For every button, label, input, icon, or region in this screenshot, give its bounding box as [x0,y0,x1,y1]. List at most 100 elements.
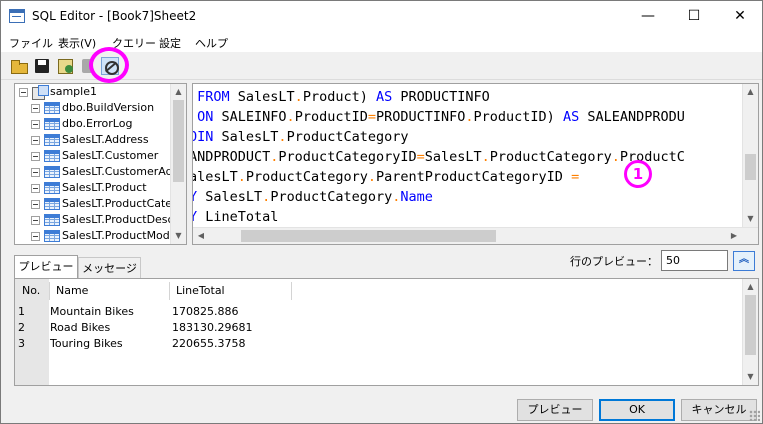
code-token: SalesLT [424,149,482,165]
save-icon[interactable] [33,57,51,75]
code-token: ON [197,109,214,125]
row-number[interactable]: 3 [18,336,25,352]
code-line: FROM SalesLT.Product) AS PRODUCTINFO [193,87,490,107]
scroll-right-icon[interactable]: ▶ [726,228,742,244]
editor-vertical-scrollbar[interactable]: ▲ ▼ [742,84,758,227]
code-line: ANDPRODUCT. ProductCategoryID=SalesLT.Pro… [193,147,685,167]
table-icon [44,214,60,226]
close-button[interactable]: ✕ [717,1,763,32]
column-separator [169,282,170,300]
tree-item-label: SalesLT.ProductMode [62,229,177,242]
tree-vertical-scrollbar[interactable]: ▲ ▼ [170,84,186,244]
collapse-panel-button[interactable]: ︽ [733,251,755,271]
tree-expand-icon[interactable] [31,152,40,161]
code-line: alesLT.ProductCategory.ParentProductCate… [192,167,580,187]
code-token: SALEANDPRODU [579,109,685,125]
scroll-up-icon[interactable]: ▲ [743,84,758,100]
scroll-left-icon[interactable]: ◀ [193,228,209,244]
tree-item-label: SalesLT.ProductDescr [62,213,179,226]
table-cell[interactable]: Road Bikes [50,320,110,336]
results-scroll-thumb[interactable] [745,295,756,355]
code-token: . [278,129,287,145]
sql-editor[interactable]: FROM SalesLT.Product) AS PRODUCTINFO ON … [192,83,759,245]
table-cell[interactable]: 183130.29681 [172,320,252,336]
code-line: OIN SalesLT.ProductCategory [193,127,408,147]
tree-expand-icon[interactable] [31,104,40,113]
column-header-linetotal[interactable]: LineTotal [176,282,225,300]
tree-item-label: SalesLT.CustomerAdd [62,165,180,178]
results-grid[interactable]: No. Name LineTotal 1 Mountain Bikes 170825… [14,278,759,386]
tree-expand-icon[interactable] [31,216,40,225]
scroll-down-icon[interactable]: ▼ [743,211,758,227]
tree-expand-icon[interactable] [31,120,40,129]
row-number[interactable]: 1 [18,304,25,320]
resize-grip[interactable] [749,410,760,421]
table-cell[interactable]: Touring Bikes [50,336,123,352]
tree-item-label: SalesLT.ProductCateg [62,197,180,210]
tab-messages[interactable]: メッセージ [78,257,141,279]
code-token: = [367,109,376,125]
execute-icon[interactable] [56,57,74,75]
tree-expand-icon[interactable] [31,232,40,241]
app-icon [9,9,25,23]
code-token: Name [400,189,433,205]
results-vertical-scrollbar[interactable]: ▲ ▼ [742,279,758,385]
code-token: SALEINFO [213,109,287,125]
tree-expand-icon[interactable] [31,200,40,209]
tree-expand-icon[interactable] [31,136,40,145]
menu-file[interactable]: ファイル [9,35,53,51]
tree-item-label: SalesLT.Customer [62,149,159,162]
table-icon [44,118,60,130]
code-token: OIN [193,129,214,145]
table-cell[interactable]: Mountain Bikes [50,304,134,320]
code-token: = [416,149,425,165]
tree-item-label: SalesLT.Product [62,181,147,194]
object-tree[interactable]: sample1 dbo.BuildVersion dbo.ErrorLog Sale… [14,83,187,245]
code-token: ProductCategory [245,169,368,185]
scroll-down-icon[interactable]: ▼ [743,369,758,385]
minimize-button[interactable]: — [625,1,671,32]
open-icon[interactable] [10,57,28,75]
scroll-down-icon[interactable]: ▼ [171,228,186,244]
editor-hscroll-thumb[interactable] [241,230,496,242]
code-token: . [465,109,474,125]
code-token: SalesLT [229,89,295,105]
column-header-name[interactable]: Name [56,282,88,300]
code-token: LineTotal [197,209,279,225]
tab-preview[interactable]: プレビュー [14,255,78,279]
tree-collapse-icon[interactable] [19,88,28,97]
table-cell[interactable]: 170825.886 [172,304,238,320]
row-preview-input[interactable] [661,250,728,271]
code-token: AS [562,109,580,125]
code-token: ProductID) [473,109,563,125]
window-title: SQL Editor - [Book7]Sheet2 [32,9,197,23]
code-token: . [237,169,246,185]
maximize-button[interactable]: ☐ [671,1,717,32]
code-token: = [571,169,580,185]
preview-button[interactable]: プレビュー [517,399,593,421]
row-number[interactable]: 2 [18,320,25,336]
tree-expand-icon[interactable] [31,184,40,193]
tree-expand-icon[interactable] [31,168,40,177]
menu-view[interactable]: 表示(V) [58,35,96,51]
editor-scroll-thumb[interactable] [745,154,756,180]
tree-scroll-thumb[interactable] [173,100,184,182]
menu-help[interactable]: ヘルプ [195,35,228,51]
menu-settings[interactable]: 設定 [159,35,181,51]
scroll-up-icon[interactable]: ▲ [743,279,758,295]
code-token: . [611,149,620,165]
tree-item-label: SalesLT.Address [62,133,149,146]
code-token: ProductCategoryID [278,149,417,165]
ok-button[interactable]: OK [599,399,675,421]
editor-horizontal-scrollbar[interactable]: ◀ ▶ [193,227,758,244]
code-token: . [286,109,295,125]
table-cell[interactable]: 220655.3758 [172,336,245,352]
column-header-no[interactable]: No. [22,282,40,300]
cancel-button[interactable]: キャンセル [681,399,757,421]
tree-root-label: sample1 [50,85,97,98]
code-token: alesLT [192,169,238,185]
table-icon [44,182,60,194]
title-bar: SQL Editor - [Book7]Sheet2 — ☐ ✕ [1,1,762,32]
callout-badge: 1 [624,160,652,188]
scroll-up-icon[interactable]: ▲ [171,84,186,100]
